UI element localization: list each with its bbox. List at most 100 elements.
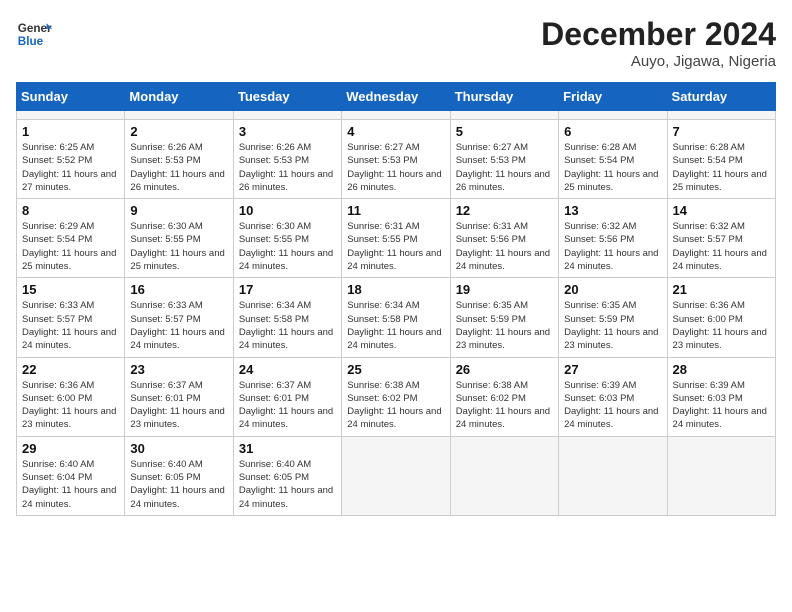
table-row: 19 Sunrise: 6:35 AMSunset: 5:59 PMDayligh… xyxy=(450,278,558,357)
calendar-week-row: 8 Sunrise: 6:29 AMSunset: 5:54 PMDaylight… xyxy=(17,199,776,278)
day-info: Sunrise: 6:35 AMSunset: 5:59 PMDaylight:… xyxy=(456,299,553,352)
svg-text:Blue: Blue xyxy=(18,35,44,48)
table-row xyxy=(559,111,667,120)
day-number: 8 xyxy=(22,203,119,218)
calendar-week-row xyxy=(17,111,776,120)
day-info: Sunrise: 6:28 AMSunset: 5:54 PMDaylight:… xyxy=(673,141,770,194)
logo: General Blue xyxy=(16,16,52,52)
day-info: Sunrise: 6:37 AMSunset: 6:01 PMDaylight:… xyxy=(130,379,227,432)
table-row: 22Sunrise: 6:36 AMSunset: 6:00 PMDayligh… xyxy=(17,357,125,436)
day-info: Sunrise: 6:34 AMSunset: 5:58 PMDaylight:… xyxy=(239,299,336,352)
day-number: 5 xyxy=(456,124,553,139)
table-row: 25 Sunrise: 6:38 AMSunset: 6:02 PMDayligh… xyxy=(342,357,450,436)
day-number: 29 xyxy=(22,441,119,456)
day-number: 31 xyxy=(239,441,336,456)
col-friday: Friday xyxy=(559,83,667,111)
day-info: Sunrise: 6:39 AMSunset: 6:03 PMDaylight:… xyxy=(673,379,770,432)
calendar-week-row: 29Sunrise: 6:40 AMSunset: 6:04 PMDayligh… xyxy=(17,436,776,515)
calendar-table: Sunday Monday Tuesday Wednesday Thursday… xyxy=(16,82,776,516)
day-info: Sunrise: 6:28 AMSunset: 5:54 PMDaylight:… xyxy=(564,141,661,194)
day-info: Sunrise: 6:27 AMSunset: 5:53 PMDaylight:… xyxy=(347,141,444,194)
col-thursday: Thursday xyxy=(450,83,558,111)
table-row: 31 Sunrise: 6:40 AMSunset: 6:05 PMDayligh… xyxy=(233,436,341,515)
table-row: 1Sunrise: 6:25 AMSunset: 5:52 PMDaylight… xyxy=(17,120,125,199)
col-monday: Monday xyxy=(125,83,233,111)
day-number: 11 xyxy=(347,203,444,218)
day-number: 12 xyxy=(456,203,553,218)
day-info: Sunrise: 6:27 AMSunset: 5:53 PMDaylight:… xyxy=(456,141,553,194)
day-info: Sunrise: 6:29 AMSunset: 5:54 PMDaylight:… xyxy=(22,220,119,273)
day-info: Sunrise: 6:36 AMSunset: 6:00 PMDaylight:… xyxy=(673,299,770,352)
day-info: Sunrise: 6:31 AMSunset: 5:56 PMDaylight:… xyxy=(456,220,553,273)
table-row xyxy=(342,111,450,120)
day-number: 24 xyxy=(239,362,336,377)
calendar-body: 1Sunrise: 6:25 AMSunset: 5:52 PMDaylight… xyxy=(17,111,776,516)
table-row: 26 Sunrise: 6:38 AMSunset: 6:02 PMDayligh… xyxy=(450,357,558,436)
col-tuesday: Tuesday xyxy=(233,83,341,111)
day-number: 10 xyxy=(239,203,336,218)
day-info: Sunrise: 6:33 AMSunset: 5:57 PMDaylight:… xyxy=(130,299,227,352)
day-info: Sunrise: 6:26 AMSunset: 5:53 PMDaylight:… xyxy=(239,141,336,194)
calendar-week-row: 22Sunrise: 6:36 AMSunset: 6:00 PMDayligh… xyxy=(17,357,776,436)
table-row: 4Sunrise: 6:27 AMSunset: 5:53 PMDaylight… xyxy=(342,120,450,199)
day-number: 30 xyxy=(130,441,227,456)
day-info: Sunrise: 6:40 AMSunset: 6:05 PMDaylight:… xyxy=(130,458,227,511)
table-row xyxy=(667,111,775,120)
table-row: 23 Sunrise: 6:37 AMSunset: 6:01 PMDayligh… xyxy=(125,357,233,436)
day-number: 16 xyxy=(130,282,227,297)
table-row: 2Sunrise: 6:26 AMSunset: 5:53 PMDaylight… xyxy=(125,120,233,199)
table-row: 3 Sunrise: 6:26 AMSunset: 5:53 PMDaylight… xyxy=(233,120,341,199)
day-number: 17 xyxy=(239,282,336,297)
table-row: 24 Sunrise: 6:37 AMSunset: 6:01 PMDayligh… xyxy=(233,357,341,436)
table-row: 15Sunrise: 6:33 AMSunset: 5:57 PMDayligh… xyxy=(17,278,125,357)
day-number: 28 xyxy=(673,362,770,377)
table-row: 16 Sunrise: 6:33 AMSunset: 5:57 PMDayligh… xyxy=(125,278,233,357)
day-info: Sunrise: 6:38 AMSunset: 6:02 PMDaylight:… xyxy=(347,379,444,432)
table-row xyxy=(667,436,775,515)
table-row: 14Sunrise: 6:32 AMSunset: 5:57 PMDayligh… xyxy=(667,199,775,278)
day-info: Sunrise: 6:35 AMSunset: 5:59 PMDaylight:… xyxy=(564,299,661,352)
table-row: 10 Sunrise: 6:30 AMSunset: 5:55 PMDayligh… xyxy=(233,199,341,278)
table-row xyxy=(450,111,558,120)
day-number: 19 xyxy=(456,282,553,297)
page-header: General Blue December 2024 Auyo, Jigawa,… xyxy=(16,16,776,70)
day-number: 22 xyxy=(22,362,119,377)
month-title: December 2024 xyxy=(541,16,776,53)
day-number: 2 xyxy=(130,124,227,139)
table-row: 8 Sunrise: 6:29 AMSunset: 5:54 PMDaylight… xyxy=(17,199,125,278)
day-info: Sunrise: 6:31 AMSunset: 5:55 PMDaylight:… xyxy=(347,220,444,273)
day-number: 6 xyxy=(564,124,661,139)
table-row: 5 Sunrise: 6:27 AMSunset: 5:53 PMDaylight… xyxy=(450,120,558,199)
day-info: Sunrise: 6:30 AMSunset: 5:55 PMDaylight:… xyxy=(130,220,227,273)
day-number: 21 xyxy=(673,282,770,297)
calendar-header-row: Sunday Monday Tuesday Wednesday Thursday… xyxy=(17,83,776,111)
table-row: 20Sunrise: 6:35 AMSunset: 5:59 PMDayligh… xyxy=(559,278,667,357)
calendar-week-row: 1Sunrise: 6:25 AMSunset: 5:52 PMDaylight… xyxy=(17,120,776,199)
table-row: 28 Sunrise: 6:39 AMSunset: 6:03 PMDayligh… xyxy=(667,357,775,436)
table-row: 11 Sunrise: 6:31 AMSunset: 5:55 PMDayligh… xyxy=(342,199,450,278)
day-number: 3 xyxy=(239,124,336,139)
day-info: Sunrise: 6:39 AMSunset: 6:03 PMDaylight:… xyxy=(564,379,661,432)
table-row: 21 Sunrise: 6:36 AMSunset: 6:00 PMDayligh… xyxy=(667,278,775,357)
col-sunday: Sunday xyxy=(17,83,125,111)
table-row: 17 Sunrise: 6:34 AMSunset: 5:58 PMDayligh… xyxy=(233,278,341,357)
day-info: Sunrise: 6:25 AMSunset: 5:52 PMDaylight:… xyxy=(22,141,119,194)
day-number: 7 xyxy=(673,124,770,139)
day-number: 27 xyxy=(564,362,661,377)
table-row: 13Sunrise: 6:32 AMSunset: 5:56 PMDayligh… xyxy=(559,199,667,278)
day-info: Sunrise: 6:32 AMSunset: 5:57 PMDaylight:… xyxy=(673,220,770,273)
table-row: 12 Sunrise: 6:31 AMSunset: 5:56 PMDayligh… xyxy=(450,199,558,278)
day-number: 23 xyxy=(130,362,227,377)
table-row xyxy=(233,111,341,120)
day-number: 15 xyxy=(22,282,119,297)
day-number: 13 xyxy=(564,203,661,218)
location-title: Auyo, Jigawa, Nigeria xyxy=(541,53,776,70)
day-info: Sunrise: 6:38 AMSunset: 6:02 PMDaylight:… xyxy=(456,379,553,432)
table-row xyxy=(559,436,667,515)
day-info: Sunrise: 6:37 AMSunset: 6:01 PMDaylight:… xyxy=(239,379,336,432)
day-info: Sunrise: 6:40 AMSunset: 6:05 PMDaylight:… xyxy=(239,458,336,511)
day-number: 25 xyxy=(347,362,444,377)
day-number: 26 xyxy=(456,362,553,377)
logo-icon: General Blue xyxy=(16,16,52,52)
day-info: Sunrise: 6:30 AMSunset: 5:55 PMDaylight:… xyxy=(239,220,336,273)
